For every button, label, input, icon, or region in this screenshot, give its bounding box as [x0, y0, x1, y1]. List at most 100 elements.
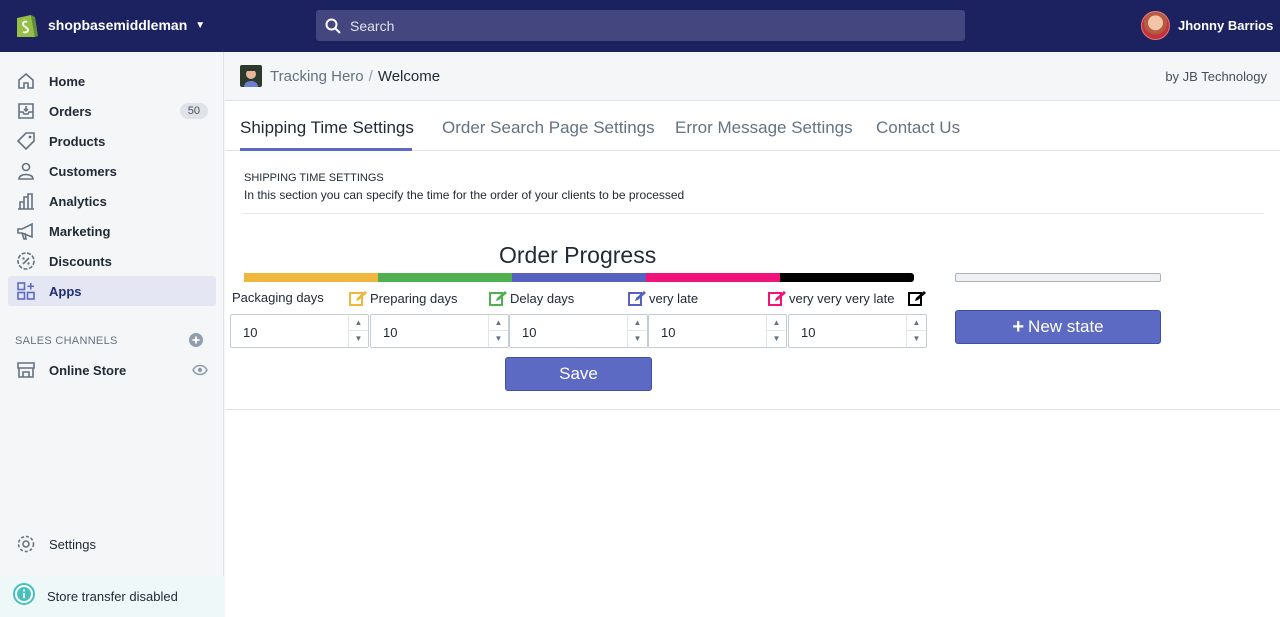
discount-icon [16, 251, 36, 271]
tab-error-message-settings[interactable]: Error Message Settings [675, 118, 853, 138]
delay-days-input[interactable]: 10 ▲ ▼ [509, 314, 648, 348]
sidebar-item-label: Products [49, 133, 106, 149]
edit-icon[interactable] [768, 290, 787, 307]
stage-name: Preparing days [370, 291, 458, 306]
divider [242, 213, 1264, 214]
sidebar-item-home[interactable]: Home [8, 66, 216, 96]
developer-byline[interactable]: by JB Technology [1165, 69, 1267, 84]
decrement-icon[interactable]: ▼ [767, 331, 786, 347]
sidebar-item-label: Marketing [49, 223, 111, 239]
input-value: 10 [522, 325, 537, 340]
progress-segment-delay [512, 273, 646, 282]
stage-label-preparing: Preparing days [349, 290, 457, 307]
caret-down-icon: ▼ [195, 19, 206, 31]
new-state-button[interactable]: + New state [955, 310, 1161, 344]
store-transfer-notice: Store transfer disabled [0, 576, 224, 617]
edit-icon[interactable] [908, 290, 927, 307]
search-input[interactable]: Search [316, 10, 965, 41]
input-value: 10 [661, 325, 676, 340]
number-spinner[interactable]: ▲ ▼ [627, 315, 647, 347]
store-switcher[interactable]: shopbasemiddleman ▼ [14, 11, 205, 39]
stage-name: very very very late [789, 291, 895, 306]
apps-icon [16, 281, 36, 301]
info-icon [13, 583, 35, 610]
sidebar-item-apps[interactable]: Apps [8, 276, 216, 306]
search-placeholder: Search [350, 17, 395, 34]
tab-order-search-page-settings[interactable]: Order Search Page Settings [442, 118, 655, 138]
sidebar-item-analytics[interactable]: Analytics [8, 186, 216, 216]
sales-channels-heading: SALES CHANNELS [15, 335, 118, 347]
progress-segment-preparing [378, 273, 512, 282]
stage-name: very late [649, 291, 699, 306]
orders-icon [16, 101, 36, 121]
increment-icon[interactable]: ▲ [489, 315, 508, 331]
megaphone-icon [16, 221, 36, 241]
orders-count-badge: 50 [179, 103, 208, 119]
decrement-icon[interactable]: ▼ [489, 331, 508, 347]
sidebar-item-marketing[interactable]: Marketing [8, 216, 216, 246]
increment-icon[interactable]: ▲ [628, 315, 647, 331]
increment-icon[interactable]: ▲ [349, 315, 368, 331]
stage-name: Packaging days [232, 290, 324, 305]
main-content: Tracking Hero / Welcome by JB Technology S… [225, 52, 1280, 617]
sidebar-item-label: Customers [49, 163, 117, 179]
increment-icon[interactable]: ▲ [767, 315, 786, 331]
sidebar-item-products[interactable]: Products [8, 126, 216, 156]
stage-label-packaging: Packaging days [230, 290, 324, 305]
very-very-very-late-input[interactable]: 10 ▲ ▼ [788, 314, 927, 348]
store-icon [16, 360, 36, 380]
home-icon [16, 71, 36, 91]
sidebar-item-settings[interactable]: Settings [8, 529, 216, 559]
decrement-icon[interactable]: ▼ [628, 331, 647, 347]
number-spinner[interactable]: ▲ ▼ [906, 315, 926, 347]
number-spinner[interactable]: ▲ ▼ [766, 315, 786, 347]
increment-icon[interactable]: ▲ [907, 315, 926, 331]
packaging-days-input[interactable]: 10 ▲ ▼ [230, 314, 369, 348]
breadcrumb-separator: / [368, 68, 373, 85]
edit-icon[interactable] [489, 290, 508, 307]
very-late-input[interactable]: 10 ▲ ▼ [648, 314, 787, 348]
tab-bar: Shipping Time Settings Order Search Page… [225, 102, 1280, 151]
sidebar-item-label: Apps [49, 283, 82, 299]
number-spinner[interactable]: ▲ ▼ [488, 315, 508, 347]
sidebar-item-label: Discounts [49, 253, 112, 269]
edit-icon[interactable] [628, 290, 647, 307]
user-menu[interactable]: Jhonny Barrios [1141, 11, 1273, 40]
shopify-logo-icon [17, 15, 38, 37]
edit-icon[interactable] [349, 290, 368, 307]
number-spinner[interactable]: ▲ ▼ [348, 315, 368, 347]
stage-label-very-late: very late [628, 290, 698, 307]
eye-icon[interactable] [192, 363, 208, 382]
order-progress-bar [244, 273, 914, 282]
input-value: 10 [801, 325, 816, 340]
order-progress-title: Order Progress [499, 242, 657, 268]
sidebar-item-label: Home [49, 73, 86, 89]
sidebar-item-customers[interactable]: Customers [8, 156, 216, 186]
save-button[interactable]: Save [505, 357, 652, 391]
stage-label-last-edit [908, 290, 927, 307]
gear-icon [16, 534, 36, 554]
tab-contact-us[interactable]: Contact Us [876, 118, 960, 138]
sidebar-item-label: Orders [49, 103, 92, 119]
preparing-days-input[interactable]: 10 ▲ ▼ [370, 314, 509, 348]
plus-icon: + [1012, 315, 1025, 338]
decrement-icon[interactable]: ▼ [907, 331, 926, 347]
progress-segment-very-very-very-late [780, 273, 914, 282]
sidebar-item-label: Analytics [49, 193, 107, 209]
decrement-icon[interactable]: ▼ [349, 331, 368, 347]
stage-name: Delay days [510, 291, 575, 306]
tab-shipping-time-settings[interactable]: Shipping Time Settings [240, 118, 414, 138]
store-name: shopbasemiddleman [48, 17, 188, 33]
breadcrumb-current: Welcome [377, 68, 441, 85]
sidebar-item-discounts[interactable]: Discounts [8, 246, 216, 276]
breadcrumb-app-link[interactable]: Tracking Hero [270, 68, 364, 85]
section-title: SHIPPING TIME SETTINGS [244, 172, 384, 184]
sidebar-item-online-store[interactable]: Online Store [8, 355, 216, 385]
search-icon [325, 18, 341, 34]
add-channel-icon[interactable] [189, 333, 203, 352]
sidebar-item-orders[interactable]: Orders 50 [8, 96, 216, 126]
sidebar-item-label: Online Store [49, 362, 127, 378]
person-icon [16, 161, 36, 181]
app-header: Tracking Hero / Welcome by JB Technology [225, 52, 1280, 101]
progress-segment-very-late [646, 273, 780, 282]
